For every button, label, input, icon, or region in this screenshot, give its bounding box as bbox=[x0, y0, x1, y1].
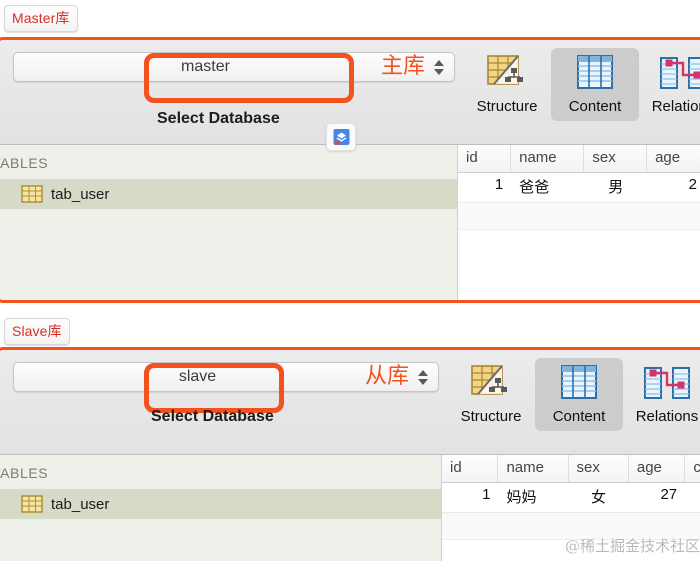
tab-structure-label-slave: Structure bbox=[460, 408, 522, 425]
grid-empty-row bbox=[458, 203, 700, 230]
tab-structure-slave[interactable]: Structure bbox=[447, 358, 535, 431]
column-header-age[interactable]: age bbox=[647, 145, 700, 172]
table-row[interactable]: 1 妈妈 女 27 bbox=[442, 483, 700, 513]
cell-name[interactable]: 爸爸 bbox=[511, 173, 584, 202]
sidebar-empty-space-slave bbox=[0, 519, 441, 561]
column-header-name[interactable]: name bbox=[511, 145, 585, 172]
select-database-caption-master: Select Database bbox=[157, 110, 280, 127]
sidebar-header-tables: TABLES bbox=[0, 155, 49, 171]
slave-toolbar-tabs: Structure Content Relations bbox=[447, 350, 700, 431]
tab-content-label-slave: Content bbox=[552, 408, 606, 425]
screenshot-stage: Master库 master 主库 Structure Content Rela… bbox=[0, 0, 700, 561]
cell-next-slave[interactable] bbox=[685, 483, 700, 512]
tab-relations-slave[interactable]: Relations bbox=[623, 358, 700, 431]
column-header-id-slave[interactable]: id bbox=[442, 455, 499, 482]
annotation-badge-slave: Slave库 bbox=[4, 318, 70, 345]
select-database-caption-slave: Select Database bbox=[151, 408, 274, 425]
tab-relations-label-slave: Relations bbox=[635, 408, 699, 425]
column-header-name-slave[interactable]: name bbox=[498, 455, 569, 482]
content-table-icon bbox=[577, 55, 613, 89]
sidebar-header-tables-slave: TABLES bbox=[0, 465, 49, 481]
annotation-slave-label: 从库 bbox=[364, 364, 409, 389]
content-table-icon bbox=[561, 365, 597, 399]
tab-content[interactable]: Content bbox=[551, 48, 639, 121]
cell-age[interactable]: 2 bbox=[647, 173, 700, 202]
annotation-badge-master: Master库 bbox=[4, 5, 78, 32]
select-database-dropdown-slave[interactable]: slave 从库 bbox=[13, 362, 439, 392]
master-window-panel: master 主库 Structure Content Relatio ABLE… bbox=[0, 37, 700, 303]
tab-structure[interactable]: Structure bbox=[463, 48, 551, 121]
cell-age-slave[interactable]: 27 bbox=[629, 483, 685, 512]
tab-relations-label: Relations bbox=[651, 98, 700, 115]
column-header-sex-slave[interactable]: sex bbox=[569, 455, 629, 482]
chevron-up-down-icon-slave[interactable] bbox=[415, 369, 431, 385]
slave-sidebar: TABLES tab_user bbox=[0, 455, 442, 561]
cell-sex[interactable]: 男 bbox=[584, 173, 647, 202]
tab-content-label: Content bbox=[568, 98, 622, 115]
tab-structure-label: Structure bbox=[476, 98, 538, 115]
cell-id-slave[interactable]: 1 bbox=[442, 483, 498, 512]
table-icon bbox=[21, 495, 43, 513]
master-content-grid: id name sex age 1 爸爸 男 2 bbox=[458, 145, 700, 300]
sidebar-table-tab-user-slave[interactable]: tab_user bbox=[0, 489, 441, 519]
column-header-sex[interactable]: sex bbox=[584, 145, 648, 172]
master-grid-header-row: id name sex age bbox=[458, 145, 700, 173]
chevron-up-down-icon[interactable] bbox=[431, 59, 447, 75]
column-header-id[interactable]: id bbox=[458, 145, 512, 172]
table-icon bbox=[21, 185, 43, 203]
sequelpro-app-icon[interactable] bbox=[326, 123, 356, 151]
cell-sex-slave[interactable]: 女 bbox=[568, 483, 628, 512]
sidebar-table-label-slave: tab_user bbox=[51, 495, 110, 513]
slave-grid-header-row: id name sex age c bbox=[442, 455, 700, 483]
sidebar-table-label: tab_user bbox=[51, 185, 110, 203]
sidebar-empty-space bbox=[0, 209, 457, 300]
slave-window-panel: slave 从库 Structure Content Relations ABL… bbox=[0, 347, 700, 561]
structure-icon bbox=[471, 365, 507, 395]
tab-relations[interactable]: Relations bbox=[639, 48, 700, 121]
select-database-dropdown[interactable]: master 主库 bbox=[13, 52, 455, 82]
grid-empty-space bbox=[458, 230, 700, 300]
app-book-icon bbox=[333, 128, 349, 145]
table-row[interactable]: 1 爸爸 男 2 bbox=[458, 173, 700, 203]
slave-toolbar: slave 从库 Structure Content Relations bbox=[0, 350, 700, 455]
relations-icon bbox=[660, 57, 700, 89]
column-header-next-slave[interactable]: c bbox=[685, 455, 700, 482]
master-panel-body: TABLES tab_user bbox=[0, 145, 700, 300]
watermark: @稀土掘金技术社区 bbox=[565, 537, 700, 555]
cell-name-slave[interactable]: 妈妈 bbox=[498, 483, 568, 512]
selected-database-value-slave: slave bbox=[178, 368, 217, 385]
master-sidebar: TABLES tab_user bbox=[0, 145, 458, 300]
relations-icon bbox=[644, 367, 690, 399]
cell-id[interactable]: 1 bbox=[458, 173, 511, 202]
sidebar-table-tab-user[interactable]: tab_user bbox=[0, 179, 457, 209]
master-toolbar-tabs: Structure Content Relatio bbox=[463, 40, 700, 121]
selected-database-value: master bbox=[181, 58, 230, 75]
tab-content-slave[interactable]: Content bbox=[535, 358, 623, 431]
annotation-master-label: 主库 bbox=[380, 54, 425, 79]
structure-icon bbox=[487, 55, 523, 85]
column-header-age-slave[interactable]: age bbox=[629, 455, 686, 482]
